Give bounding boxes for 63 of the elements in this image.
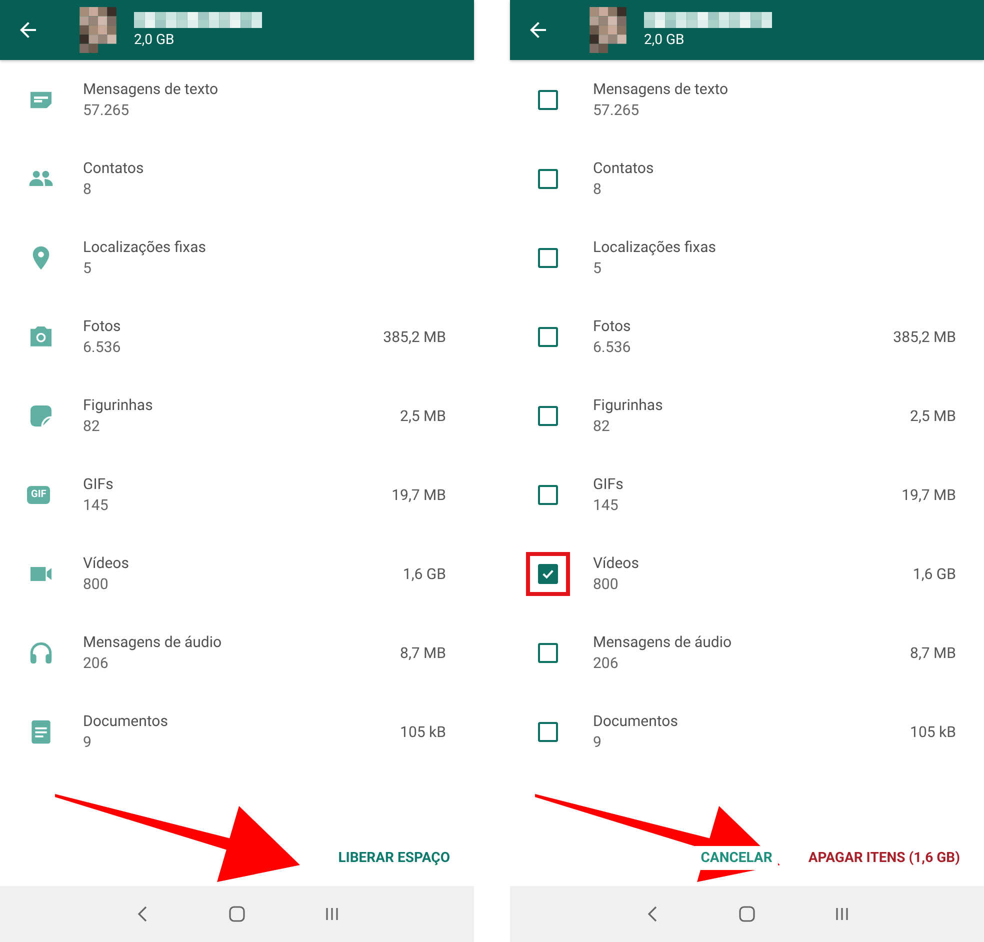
item-count: 145 <box>83 496 110 514</box>
category-size: 105 kB <box>400 722 446 740</box>
item-count: 82 <box>83 417 101 435</box>
avatar <box>588 7 628 53</box>
category-size: 8,7 MB <box>910 644 956 662</box>
item-count: 82 <box>593 417 611 435</box>
category-size: 8,7 MB <box>400 644 446 662</box>
item-count: 6.536 <box>593 338 632 356</box>
checkbox[interactable] <box>538 484 558 504</box>
checkbox[interactable] <box>538 722 558 742</box>
avatar <box>78 7 118 53</box>
category-title: Mensagens de áudio <box>83 633 223 651</box>
category-title: Fotos <box>83 317 122 335</box>
action-button[interactable]: CANCELAR <box>694 846 778 870</box>
checkbox[interactable] <box>538 248 558 268</box>
item-count: 5 <box>593 259 602 277</box>
checkbox[interactable] <box>538 90 558 110</box>
category-size: 1,6 GB <box>402 564 446 582</box>
category-size: 2,5 MB <box>400 406 446 424</box>
category-title: Fotos <box>593 317 632 335</box>
storage-size: 2,0 GB <box>644 32 686 48</box>
category-size: 19,7 MB <box>392 486 446 504</box>
category-title: GIFs <box>83 475 114 493</box>
category-title: Figurinhas <box>83 396 154 414</box>
category-title: Mensagens de texto <box>593 80 730 98</box>
checkbox[interactable] <box>538 642 558 662</box>
item-count: 145 <box>593 496 620 514</box>
category-size: 105 kB <box>910 722 956 740</box>
category-title: Localizações fixas <box>593 238 718 256</box>
category-size: 2,5 MB <box>910 406 956 424</box>
category-title: Mensagens de texto <box>83 80 220 98</box>
item-count: 57.265 <box>83 101 130 119</box>
gif-icon: GIF <box>27 486 50 504</box>
item-count: 206 <box>593 654 620 672</box>
category-title: Mensagens de áudio <box>593 633 733 651</box>
item-count: 57.265 <box>593 101 640 119</box>
category-title: Contatos <box>593 159 655 177</box>
item-count: 9 <box>593 733 602 751</box>
item-count: 8 <box>83 180 92 198</box>
category-title: Vídeos <box>83 554 130 572</box>
category-size: 385,2 MB <box>893 328 956 346</box>
category-title: Documentos <box>593 712 679 730</box>
category-title: Localizações fixas <box>83 238 208 256</box>
item-count: 800 <box>83 575 110 593</box>
checkbox[interactable] <box>538 326 558 346</box>
item-count: 5 <box>83 259 92 277</box>
item-count: 6.536 <box>83 338 122 356</box>
storage-size: 2,0 GB <box>134 32 176 48</box>
item-count: 206 <box>83 654 110 672</box>
category-title: Documentos <box>83 712 169 730</box>
category-size: 1,6 GB <box>912 564 956 582</box>
checkbox[interactable] <box>538 406 558 426</box>
item-count: 800 <box>593 575 620 593</box>
item-count: 8 <box>593 180 602 198</box>
category-title: Contatos <box>83 159 145 177</box>
category-size: 385,2 MB <box>383 328 446 346</box>
item-count: 9 <box>83 733 92 751</box>
checkbox[interactable] <box>538 168 558 188</box>
category-title: Figurinhas <box>593 396 664 414</box>
checkbox[interactable] <box>538 564 558 584</box>
category-title: GIFs <box>593 475 624 493</box>
category-size: 19,7 MB <box>902 486 956 504</box>
category-title: Vídeos <box>593 554 640 572</box>
